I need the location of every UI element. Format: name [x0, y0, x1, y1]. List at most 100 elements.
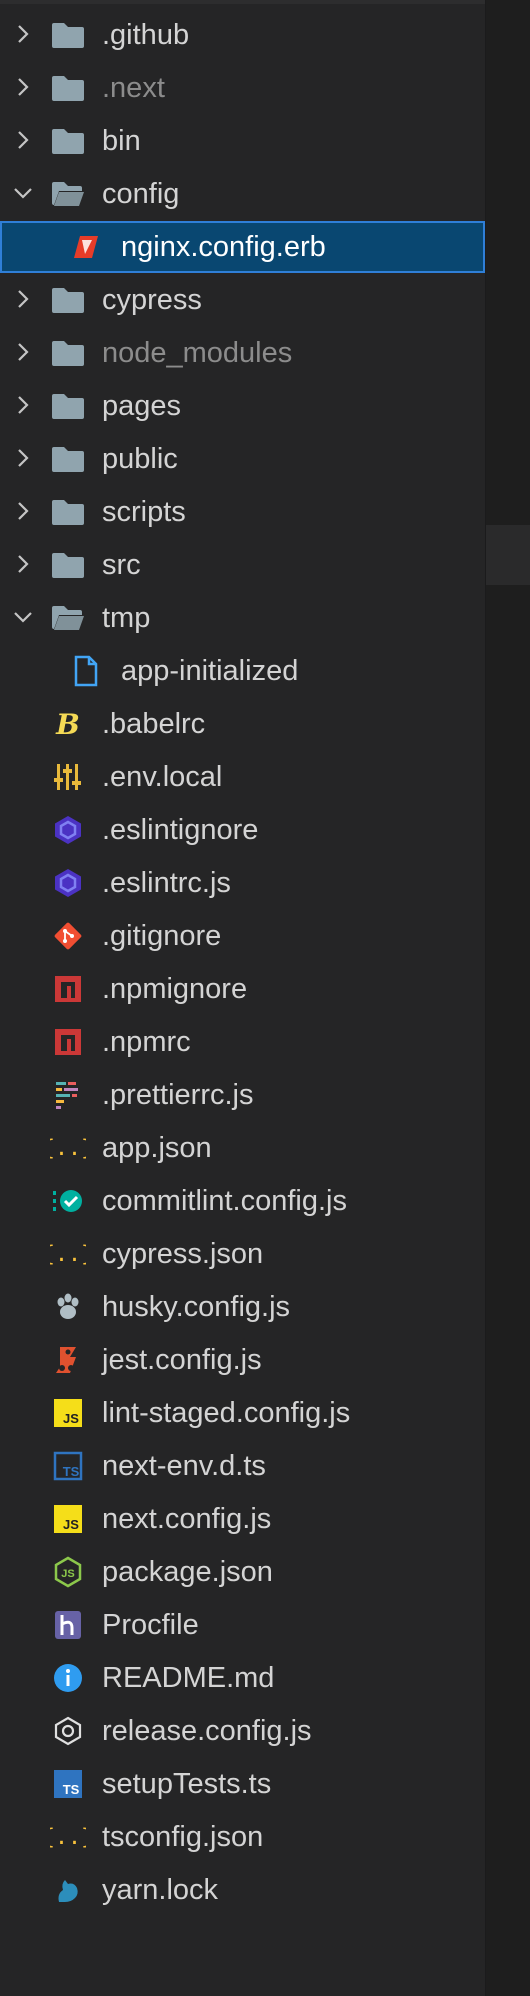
- file-eslintignore[interactable]: .eslintignore: [0, 804, 485, 856]
- tree-item-label: next.config.js: [102, 1503, 272, 1535]
- file-procfile[interactable]: Procfile: [0, 1599, 485, 1651]
- chevron-down-icon[interactable]: [10, 180, 36, 206]
- husky-icon: [50, 1289, 86, 1325]
- commitlint-icon: [50, 1183, 86, 1219]
- file-husky-config-js[interactable]: husky.config.js: [0, 1281, 485, 1333]
- file-release-config-js[interactable]: release.config.js: [0, 1705, 485, 1757]
- folder-icon: [50, 70, 86, 106]
- folder-icon: [50, 494, 86, 530]
- chevron-right-icon[interactable]: [10, 392, 36, 418]
- tree-item-label: .npmrc: [102, 1026, 191, 1058]
- ts-icon: TS: [50, 1766, 86, 1802]
- eslint-icon: [50, 865, 86, 901]
- file-explorer: .github .next bin config nginx.config.erb cyp…: [0, 0, 485, 1996]
- ts-def-icon: TS: [50, 1448, 86, 1484]
- folder-node-modules[interactable]: node_modules: [0, 327, 485, 379]
- file-icon: [68, 653, 104, 689]
- file-npmignore[interactable]: .npmignore: [0, 963, 485, 1015]
- tree-item-label: tsconfig.json: [102, 1821, 264, 1853]
- folder-icon: [50, 547, 86, 583]
- file-gitignore[interactable]: .gitignore: [0, 910, 485, 962]
- folder-public[interactable]: public: [0, 433, 485, 485]
- chevron-right-icon[interactable]: [10, 74, 36, 100]
- tree-item-label: cypress: [102, 284, 202, 316]
- tree-item-label: .github: [102, 19, 190, 51]
- tree-item-label: lint-staged.config.js: [102, 1397, 351, 1429]
- folder-icon: [50, 388, 86, 424]
- file-next-env-d-ts[interactable]: TS next-env.d.ts: [0, 1440, 485, 1492]
- chevron-right-icon[interactable]: [10, 339, 36, 365]
- svg-text:B: B: [55, 708, 80, 740]
- folder-open-icon: [50, 176, 86, 212]
- file-babelrc[interactable]: B .babelrc: [0, 698, 485, 750]
- folder-icon: [50, 335, 86, 371]
- tree-item-label: public: [102, 443, 178, 475]
- env-icon: [50, 759, 86, 795]
- folder-pages[interactable]: pages: [0, 380, 485, 432]
- scrollbar-track-highlight[interactable]: [486, 525, 530, 585]
- file-next-config-js[interactable]: JS next.config.js: [0, 1493, 485, 1545]
- tree-item-label: .npmignore: [102, 973, 248, 1005]
- tree-item-label: husky.config.js: [102, 1291, 291, 1323]
- tree-item-label: next-env.d.ts: [102, 1450, 266, 1482]
- npm-icon: [50, 971, 86, 1007]
- file-commitlint-config-js[interactable]: commitlint.config.js: [0, 1175, 485, 1227]
- svg-text:JS: JS: [63, 1517, 79, 1532]
- json-icon: {..}: [50, 1130, 86, 1166]
- file-package-json[interactable]: JS package.json: [0, 1546, 485, 1598]
- file-env-local[interactable]: .env.local: [0, 751, 485, 803]
- tree-item-label: app.json: [102, 1132, 212, 1164]
- folder-src[interactable]: src: [0, 539, 485, 591]
- file-prettierrc-js[interactable]: .prettierrc.js: [0, 1069, 485, 1121]
- folder-github[interactable]: .github: [0, 9, 485, 61]
- file-yarn-lock[interactable]: yarn.lock: [0, 1864, 485, 1916]
- file-npmrc[interactable]: .npmrc: [0, 1016, 485, 1068]
- tree-item-label: yarn.lock: [102, 1874, 219, 1906]
- chevron-down-icon[interactable]: [10, 604, 36, 630]
- tree-item-label: README.md: [102, 1662, 275, 1694]
- file-lint-staged-config-js[interactable]: JS lint-staged.config.js: [0, 1387, 485, 1439]
- svg-text:JS: JS: [61, 1568, 74, 1580]
- chevron-right-icon[interactable]: [10, 286, 36, 312]
- folder-tmp[interactable]: tmp: [0, 592, 485, 644]
- tree-item-label: package.json: [102, 1556, 273, 1588]
- svg-text:{..}: {..}: [50, 1825, 86, 1850]
- file-readme-md[interactable]: README.md: [0, 1652, 485, 1704]
- file-cypress-json[interactable]: {..} cypress.json: [0, 1228, 485, 1280]
- tree-item-label: .eslintignore: [102, 814, 259, 846]
- tree-item-label: src: [102, 549, 141, 581]
- info-icon: [50, 1660, 86, 1696]
- nodejs-icon: JS: [50, 1554, 86, 1590]
- file-setuptests-ts[interactable]: TS setupTests.ts: [0, 1758, 485, 1810]
- tree-item-label: nginx.config.erb: [121, 231, 326, 263]
- svg-text:{..}: {..}: [50, 1242, 86, 1267]
- folder-next[interactable]: .next: [0, 62, 485, 114]
- tree-item-label: cypress.json: [102, 1238, 264, 1270]
- svg-text:JS: JS: [63, 1411, 79, 1426]
- file-nginx-config-erb[interactable]: nginx.config.erb: [0, 221, 485, 273]
- eslint-icon: [50, 812, 86, 848]
- tree-item-label: jest.config.js: [102, 1344, 262, 1376]
- editor-gutter: [485, 0, 530, 1996]
- folder-icon: [50, 441, 86, 477]
- file-app-initialized[interactable]: app-initialized: [0, 645, 485, 697]
- folder-cypress[interactable]: cypress: [0, 274, 485, 326]
- file-jest-config-js[interactable]: jest.config.js: [0, 1334, 485, 1386]
- semantic-release-icon: [50, 1713, 86, 1749]
- chevron-right-icon[interactable]: [10, 551, 36, 577]
- chevron-right-icon[interactable]: [10, 445, 36, 471]
- json-icon: {..}: [50, 1819, 86, 1855]
- chevron-right-icon[interactable]: [10, 498, 36, 524]
- folder-scripts[interactable]: scripts: [0, 486, 485, 538]
- tree-item-label: bin: [102, 125, 141, 157]
- file-eslintrc-js[interactable]: .eslintrc.js: [0, 857, 485, 909]
- chevron-right-icon[interactable]: [10, 21, 36, 47]
- chevron-right-icon[interactable]: [10, 127, 36, 153]
- file-tsconfig-json[interactable]: {..} tsconfig.json: [0, 1811, 485, 1863]
- file-app-json[interactable]: {..} app.json: [0, 1122, 485, 1174]
- tree-item-label: config: [102, 178, 180, 210]
- tree-item-label: .env.local: [102, 761, 223, 793]
- folder-bin[interactable]: bin: [0, 115, 485, 167]
- folder-config[interactable]: config: [0, 168, 485, 220]
- babel-icon: B: [50, 706, 86, 742]
